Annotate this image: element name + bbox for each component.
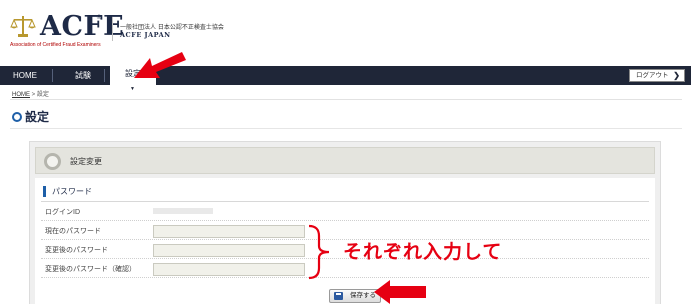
- nav-divider: [104, 69, 105, 82]
- logout-label: ログアウト: [636, 72, 669, 79]
- confirm-password-input[interactable]: [153, 263, 305, 276]
- caret-down-icon: ▼: [130, 86, 135, 92]
- settings-panel: 設定変更 パスワード ログインID 現在のパスワード 変更後のパスワード 変更後…: [29, 141, 661, 304]
- registered-mark: ®: [96, 14, 102, 21]
- login-id-value-redacted: [153, 208, 213, 214]
- nav-exam[interactable]: 試験: [68, 66, 98, 85]
- page-title: 設定: [12, 108, 49, 124]
- scales-logo-icon: [10, 16, 36, 37]
- current-password-input[interactable]: [153, 225, 305, 238]
- arrow-to-settings-annotation: [134, 52, 186, 78]
- title-divider: [10, 128, 682, 129]
- logout-button[interactable]: ログアウト ❯: [629, 69, 685, 82]
- brace-annotation: [308, 224, 330, 280]
- breadcrumb-current: 設定: [36, 92, 49, 98]
- site-header: ACFE ® Association of Certified Fraud Ex…: [0, 0, 691, 66]
- section-title-password: パスワード: [43, 186, 92, 197]
- nav-home[interactable]: HOME: [6, 66, 44, 85]
- panel-title: 設定変更: [70, 157, 102, 166]
- brand-tagline: Association of Certified Fraud Examiners: [10, 42, 101, 48]
- logo-divider: [112, 17, 113, 41]
- annotation-text: それぞれ入力して: [343, 241, 503, 263]
- save-disk-icon: [334, 292, 343, 300]
- page-root: ACFE ® Association of Certified Fraud Ex…: [0, 0, 691, 304]
- panel-header: 設定変更: [35, 147, 655, 174]
- breadcrumb: HOME > 設定: [12, 89, 49, 98]
- main-nav: HOME 試験 設定 ▼ ログアウト ❯: [0, 64, 691, 92]
- org-name-jp: 一般社団法人 日本公認不正検査士協会: [120, 24, 224, 31]
- page-title-text: 設定: [25, 110, 50, 124]
- breadcrumb-separator: >: [31, 92, 36, 98]
- section-divider: [41, 201, 649, 202]
- org-name-en: ACFE JAPAN: [120, 31, 171, 39]
- new-password-input[interactable]: [153, 244, 305, 257]
- new-password-label: 変更後のパスワード: [45, 247, 108, 254]
- breadcrumb-home-link[interactable]: HOME: [12, 92, 30, 98]
- gear-icon: [44, 153, 61, 170]
- login-id-label: ログインID: [45, 209, 80, 216]
- current-password-label: 現在のパスワード: [45, 228, 101, 235]
- confirm-password-label: 変更後のパスワード（確認）: [45, 266, 136, 273]
- arrow-to-save-annotation: [374, 280, 426, 304]
- breadcrumb-divider: [10, 99, 682, 100]
- circle-bullet-icon: [12, 112, 22, 122]
- login-id-row: ログインID: [41, 204, 649, 221]
- chevron-right-icon: ❯: [673, 71, 680, 80]
- nav-divider: [52, 69, 53, 82]
